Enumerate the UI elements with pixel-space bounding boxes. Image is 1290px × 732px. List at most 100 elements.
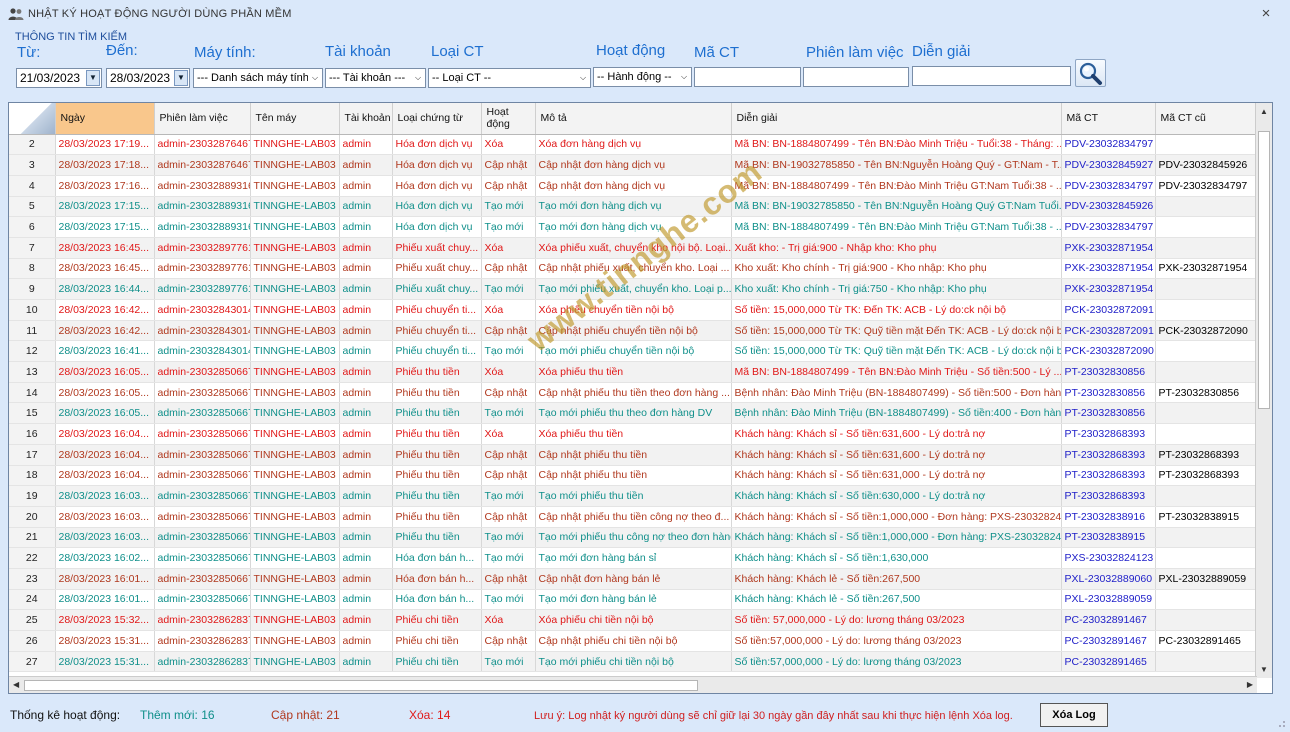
cell-account[interactable]: admin [339,320,393,342]
cell-machine[interactable]: TINNGHE-LAB03 [250,361,340,383]
table-row[interactable]: 16 28/03/2023 16:04... admin-23032850667 TI… [9,423,1258,445]
cell-old-code[interactable]: PT-23032868393 [1155,465,1258,487]
cell-account[interactable]: admin [339,506,393,528]
cell-code[interactable]: PCK-23032872090 [1061,340,1156,363]
vertical-scroll-thumb[interactable] [1258,131,1270,409]
cell-date[interactable]: 28/03/2023 17:18... [55,154,155,176]
cell-doctype[interactable]: Hóa đơn dịch vụ [392,134,482,156]
cell-doctype[interactable]: Phiếu xuất chuy... [392,237,482,259]
cell-session[interactable]: admin-23032862837 [154,630,251,652]
cell-date[interactable]: 28/03/2023 16:01... [55,589,155,611]
col-description[interactable]: Mô tả [535,103,732,135]
cell-detail[interactable]: Mã BN: BN-1884807499 - Tên BN:Đào Minh T… [731,216,1062,238]
table-row[interactable]: 2 28/03/2023 17:19... admin-23032876467 TIN… [9,134,1258,156]
table-row[interactable]: 27 28/03/2023 15:31... admin-23032862837 TI… [9,651,1258,673]
cell-date[interactable]: 28/03/2023 17:19... [55,134,155,156]
cell-old-code[interactable] [1155,299,1258,321]
cell-code[interactable]: PCK-23032872091 [1061,320,1156,342]
row-number[interactable]: 3 [9,154,56,176]
cell-machine[interactable]: TINNGHE-LAB03 [250,382,340,404]
cell-detail[interactable]: Xuất kho: - Trị giá:900 - Nhập kho: Kho … [731,237,1062,259]
cell-description[interactable]: Cập nhật phiếu chuyển tiền nội bộ [535,320,732,342]
vertical-scrollbar[interactable]: ▲ ▼ [1255,103,1272,678]
cell-machine[interactable]: TINNGHE-LAB03 [250,651,340,673]
cell-description[interactable]: Tạo mới đơn hàng bán lẻ [535,589,732,611]
cell-date[interactable]: 28/03/2023 15:32... [55,609,155,631]
doctype-select[interactable]: -- Loại CT -- ⌵ [428,68,591,88]
table-row[interactable]: 6 28/03/2023 17:15... admin-23032889316 TIN… [9,216,1258,238]
cell-date[interactable]: 28/03/2023 17:16... [55,175,155,197]
code-input[interactable] [694,67,801,87]
cell-code[interactable]: PXS-23032824123 [1061,547,1156,569]
cell-account[interactable]: admin [339,154,393,176]
table-row[interactable]: 15 28/03/2023 16:05... admin-23032850667 TI… [9,402,1258,425]
cell-doctype[interactable]: Phiếu chi tiền [392,630,482,652]
cell-action[interactable]: Tạo mới [481,547,536,569]
table-row[interactable]: 21 28/03/2023 16:03... admin-23032850667 TI… [9,527,1258,549]
cell-session[interactable]: admin-23032850667 [154,444,251,466]
table-row[interactable]: 7 28/03/2023 16:45... admin-23032897761 TIN… [9,237,1258,259]
cell-code[interactable]: PXK-23032871954 [1061,278,1156,300]
cell-detail[interactable]: Số tiền: 15,000,000 Từ TK: Quỹ tiền mặt … [731,320,1062,342]
cell-action[interactable]: Xóa [481,361,536,383]
cell-code[interactable]: PT-23032868393 [1061,485,1156,507]
table-row[interactable]: 11 28/03/2023 16:42... admin-23032843014 TI… [9,320,1258,342]
search-button[interactable] [1075,59,1106,87]
cell-action[interactable]: Tạo mới [481,278,536,300]
cell-session[interactable]: admin-23032850667 [154,506,251,528]
cell-machine[interactable]: TINNGHE-LAB03 [250,154,340,176]
cell-detail[interactable]: Mã BN: BN-1884807499 - Tên BN:Đào Minh T… [731,134,1062,156]
cell-session[interactable]: admin-23032897761 [154,237,251,259]
cell-detail[interactable]: Kho xuất: Kho chính - Trị giá:900 - Kho … [731,258,1062,280]
cell-detail[interactable]: Khách hàng: Khách sỉ - Số tiền:1,000,000… [731,527,1062,549]
cell-doctype[interactable]: Hóa đơn bán h... [392,547,482,569]
cell-doctype[interactable]: Phiếu chuyển ti... [392,320,482,342]
account-select[interactable]: --- Tài khoản --- ⌵ [325,68,426,88]
cell-account[interactable]: admin [339,258,393,280]
cell-machine[interactable]: TINNGHE-LAB03 [250,320,340,342]
cell-doctype[interactable]: Phiếu thu tiền [392,527,482,549]
row-number[interactable]: 2 [9,134,56,156]
cell-description[interactable]: Tạo mới phiếu thu theo đơn hàng DV [535,402,732,425]
cell-machine[interactable]: TINNGHE-LAB03 [250,527,340,549]
cell-doctype[interactable]: Phiếu thu tiền [392,382,482,404]
row-number[interactable]: 19 [9,485,56,507]
cell-code[interactable]: PT-23032830856 [1061,382,1156,404]
cell-code[interactable]: PT-23032830856 [1061,402,1156,425]
cell-session[interactable]: admin-23032862837 [154,651,251,673]
cell-old-code[interactable] [1155,278,1258,300]
action-select[interactable]: -- Hành động -- ⌵ [593,67,692,87]
cell-old-code[interactable]: PT-23032868393 [1155,444,1258,466]
cell-code[interactable]: PT-23032830856 [1061,361,1156,383]
cell-session[interactable]: admin-23032843014 [154,299,251,321]
cell-action[interactable]: Cập nhật [481,465,536,487]
cell-detail[interactable]: Khách hàng: Khách sỉ - Số tiền:631,600 -… [731,423,1062,445]
cell-account[interactable]: admin [339,299,393,321]
cell-session[interactable]: admin-23032876467 [154,154,251,176]
cell-doctype[interactable]: Hóa đơn bán h... [392,568,482,590]
cell-action[interactable]: Xóa [481,423,536,445]
cell-account[interactable]: admin [339,382,393,404]
cell-account[interactable]: admin [339,175,393,197]
cell-description[interactable]: Tạo mới phiếu xuất, chuyển kho. Loại p..… [535,278,732,300]
cell-machine[interactable]: TINNGHE-LAB03 [250,237,340,259]
row-number[interactable]: 27 [9,651,56,673]
cell-session[interactable]: admin-23032889316 [154,196,251,218]
col-doctype[interactable]: Loại chứng từ [392,103,482,135]
cell-description[interactable]: Xóa phiếu xuất, chuyển kho nội bộ. Loại.… [535,237,732,259]
cell-date[interactable]: 28/03/2023 17:15... [55,196,155,218]
table-row[interactable]: 20 28/03/2023 16:03... admin-23032850667 TI… [9,506,1258,528]
cell-action[interactable]: Xóa [481,134,536,156]
cell-old-code[interactable]: PXL-23032889059 [1155,568,1258,590]
cell-doctype[interactable]: Phiếu thu tiền [392,444,482,466]
cell-old-code[interactable] [1155,361,1258,383]
col-date[interactable]: Ngày [55,103,155,135]
cell-action[interactable]: Cập nhật [481,258,536,280]
cell-action[interactable]: Cập nhật [481,320,536,342]
cell-old-code[interactable]: PT-23032830856 [1155,382,1258,404]
table-row[interactable]: 24 28/03/2023 16:01... admin-23032850667 TI… [9,589,1258,611]
cell-account[interactable]: admin [339,423,393,445]
cell-date[interactable]: 28/03/2023 16:42... [55,320,155,342]
cell-date[interactable]: 28/03/2023 16:05... [55,382,155,404]
cell-action[interactable]: Xóa [481,299,536,321]
